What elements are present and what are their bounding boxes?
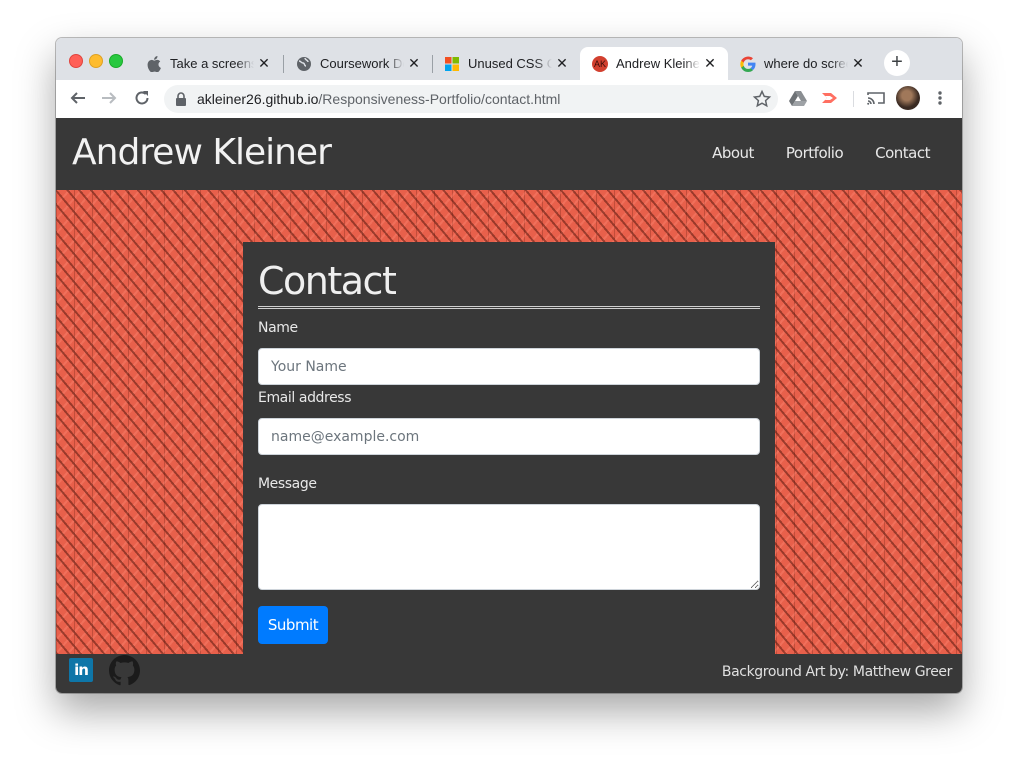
extension-icon[interactable] xyxy=(820,88,840,108)
site-nav: About Portfolio Contact xyxy=(712,144,930,162)
bookmark-star-icon[interactable] xyxy=(752,89,772,109)
tab-unused-css[interactable]: Unused CSS Classes ✕ xyxy=(432,47,580,80)
minimize-window-button[interactable] xyxy=(89,54,103,68)
url-text: akleiner26.github.io/Responsiveness-Port… xyxy=(197,91,560,107)
linkedin-icon[interactable]: in xyxy=(69,658,93,682)
apple-icon xyxy=(146,55,162,72)
close-tab-icon[interactable]: ✕ xyxy=(256,55,272,71)
tab-title: Andrew Kleiner xyxy=(616,56,700,71)
google-icon xyxy=(740,56,756,72)
message-label: Message xyxy=(258,476,317,492)
tab-title: Unused CSS Classes xyxy=(468,56,552,71)
zoom-window-button[interactable] xyxy=(109,54,123,68)
nav-link-about[interactable]: About xyxy=(712,144,754,162)
web-page: Andrew Kleiner About Portfolio Contact C… xyxy=(56,118,962,693)
email-label: Email address xyxy=(258,390,352,406)
submit-button[interactable]: Submit xyxy=(258,606,328,644)
back-arrow-icon[interactable] xyxy=(68,88,88,108)
close-tab-icon[interactable]: ✕ xyxy=(554,55,570,71)
close-tab-icon[interactable]: ✕ xyxy=(406,55,422,71)
tab-coursework[interactable]: Coursework Deadlines ✕ xyxy=(284,47,432,80)
contact-heading: Contact xyxy=(258,259,397,303)
google-drive-icon[interactable] xyxy=(788,88,808,108)
ak-avatar-icon: AK xyxy=(592,55,608,72)
tab-title: Take a screenshot on your Mac xyxy=(170,56,254,71)
toolbar-divider xyxy=(853,91,854,107)
new-tab-button[interactable]: + xyxy=(884,50,910,76)
globe-icon xyxy=(296,56,312,72)
url-host: akleiner26.github.io xyxy=(197,91,319,107)
tab-andrew-kleiner[interactable]: AK Andrew Kleiner ✕ xyxy=(580,47,728,80)
microsoft-icon xyxy=(444,56,460,72)
name-label: Name xyxy=(258,320,298,336)
message-field[interactable] xyxy=(258,504,760,590)
close-tab-icon[interactable]: ✕ xyxy=(850,55,866,71)
site-footer: in Background Art by: Matthew Greer xyxy=(56,654,962,693)
close-tab-icon[interactable]: ✕ xyxy=(702,55,718,71)
tab-strip: Take a screenshot on your Mac ✕ Coursewo… xyxy=(56,38,962,80)
contact-card: Contact Name Email address Message Submi… xyxy=(243,242,775,662)
forward-arrow-icon[interactable] xyxy=(99,88,119,108)
tab-google-search[interactable]: where do screenshots go mac ✕ xyxy=(728,47,876,80)
url-path: /Responsiveness-Portfolio/contact.html xyxy=(318,91,561,107)
cast-icon[interactable] xyxy=(866,88,886,108)
tab-title: where do screenshots go mac xyxy=(764,56,848,71)
site-navbar: Andrew Kleiner About Portfolio Contact xyxy=(56,118,962,190)
email-field[interactable] xyxy=(258,418,760,455)
name-field[interactable] xyxy=(258,348,760,385)
github-icon[interactable] xyxy=(109,655,140,686)
nav-link-contact[interactable]: Contact xyxy=(875,144,930,162)
lock-icon[interactable] xyxy=(174,91,188,107)
heading-rule xyxy=(258,306,760,309)
browser-window: Take a screenshot on your Mac ✕ Coursewo… xyxy=(56,38,962,693)
address-bar[interactable]: akleiner26.github.io/Responsiveness-Port… xyxy=(164,85,778,113)
reload-icon[interactable] xyxy=(132,88,152,108)
profile-avatar[interactable] xyxy=(896,86,920,110)
more-menu-icon[interactable] xyxy=(930,88,950,108)
background-credit: Background Art by: Matthew Greer xyxy=(721,664,952,680)
nav-link-portfolio[interactable]: Portfolio xyxy=(786,144,844,162)
tab-take-screenshot[interactable]: Take a screenshot on your Mac ✕ xyxy=(134,47,282,80)
site-brand[interactable]: Andrew Kleiner xyxy=(72,128,332,178)
close-window-button[interactable] xyxy=(69,54,83,68)
browser-toolbar: akleiner26.github.io/Responsiveness-Port… xyxy=(56,80,962,119)
tab-title: Coursework Deadlines xyxy=(320,56,404,71)
